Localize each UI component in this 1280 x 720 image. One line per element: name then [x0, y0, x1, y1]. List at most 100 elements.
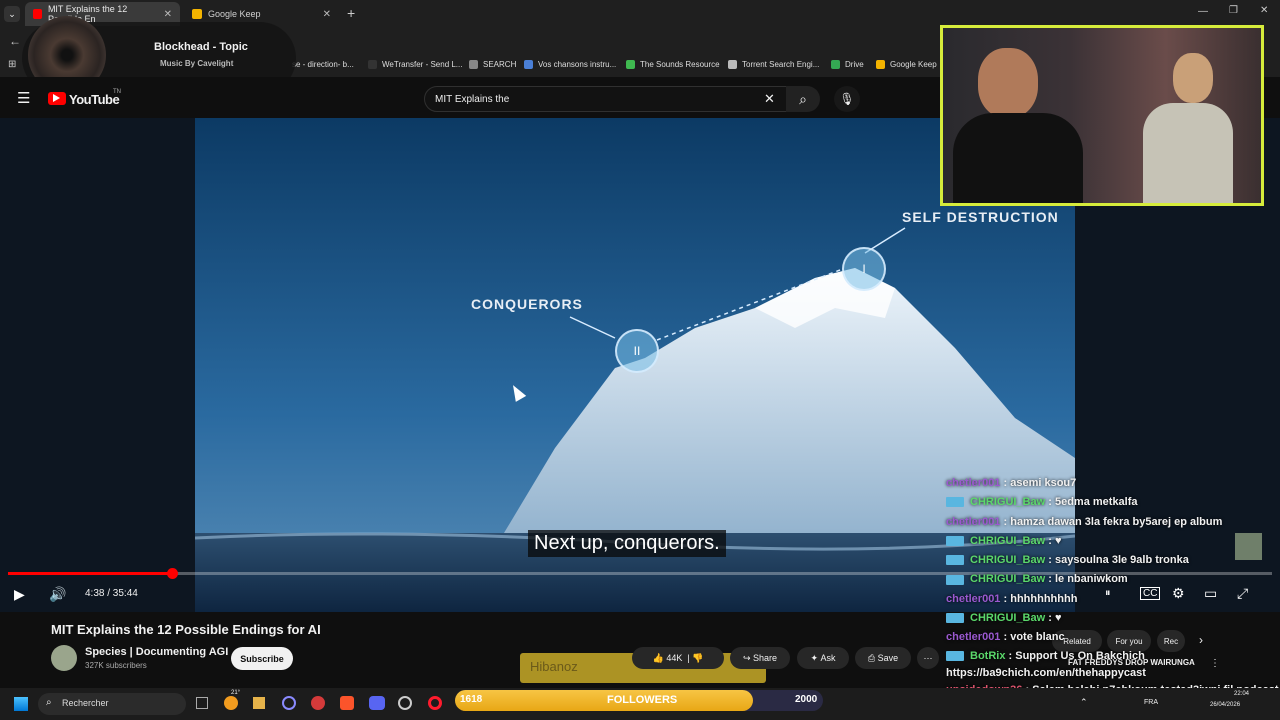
- chat-username[interactable]: CHRIGUI_Baw: [970, 496, 1045, 508]
- drive-icon: [831, 60, 840, 69]
- windows-start-icon[interactable]: [14, 697, 28, 711]
- bookmark-item[interactable]: The Sounds Resource: [626, 60, 720, 69]
- chat-separator: :: [1000, 592, 1011, 605]
- back-icon[interactable]: ←: [9, 34, 21, 48]
- webcam-overlay: [940, 25, 1264, 206]
- chat-username[interactable]: CHRIGUI_Baw: [970, 554, 1045, 566]
- chat-username[interactable]: CHRIGUI_Baw: [970, 612, 1045, 624]
- chat-message: CHRIGUI_Baw : ♥: [946, 609, 1280, 628]
- bookmark-item[interactable]: Torrent Search Engi...: [728, 60, 819, 69]
- bookmark-item[interactable]: Vos chansons instru...: [524, 60, 616, 69]
- brave-icon[interactable]: [340, 696, 354, 710]
- chat-text: saysoulna 3le 9alb tronka: [1054, 554, 1189, 567]
- chat-username[interactable]: CHRIGUI_Baw: [970, 573, 1045, 585]
- logo-country-code: TN: [113, 89, 121, 95]
- bookmark-item[interactable]: Drive: [831, 60, 864, 69]
- play-icon[interactable]: ▶: [14, 586, 25, 603]
- chat-badge-icon: [946, 535, 964, 546]
- streamer-body: [953, 113, 1083, 203]
- tab-list-button[interactable]: ⌄: [4, 6, 20, 22]
- chat-username[interactable]: BotRix: [970, 650, 1005, 662]
- like-button[interactable]: 👍 44K | 👎: [632, 647, 724, 669]
- menu-icon[interactable]: ☰: [17, 89, 30, 107]
- keep-icon: [876, 60, 885, 69]
- volume-icon[interactable]: 🔊: [49, 586, 66, 603]
- chat-badge-icon: [946, 574, 964, 585]
- search-icon: ⌕: [46, 697, 52, 708]
- tab-label: Google Keep: [208, 9, 261, 19]
- keep-favicon-icon: [192, 9, 202, 19]
- chat-separator: :: [1005, 649, 1016, 662]
- chat-username[interactable]: chetler001: [946, 477, 1000, 489]
- more-actions-icon[interactable]: ⋯: [917, 647, 939, 669]
- apps-icon[interactable]: ⊞: [8, 59, 16, 70]
- weather-temp: 21°: [231, 690, 241, 696]
- minimize-icon[interactable]: —: [1198, 6, 1208, 17]
- subscribe-button[interactable]: Subscribe: [231, 647, 293, 670]
- app-icon[interactable]: [398, 696, 412, 710]
- language-indicator[interactable]: FRA: [1144, 699, 1158, 706]
- video-subtitle: Next up, conquerors.: [528, 530, 726, 557]
- progress-scrubber[interactable]: [166, 568, 178, 579]
- channel-avatar[interactable]: [51, 645, 77, 671]
- microphone-icon[interactable]: 🎙: [834, 86, 860, 112]
- ask-button[interactable]: ✦ Ask: [797, 647, 849, 669]
- now-playing-title: Blockhead - Topic: [154, 41, 248, 53]
- chat-badge-icon: [946, 555, 964, 566]
- bookmark-item[interactable]: Google Keep: [876, 60, 937, 69]
- share-button[interactable]: ↪ Share: [730, 647, 790, 669]
- chat-text: ♥: [1054, 612, 1062, 625]
- followers-label: FOLLOWERS: [607, 694, 678, 706]
- chat-separator: :: [1000, 477, 1011, 489]
- restore-icon[interactable]: ❐: [1229, 5, 1238, 16]
- search-icon[interactable]: ⌕: [786, 86, 820, 112]
- bookmark-item[interactable]: WeTransfer - Send L...: [368, 60, 462, 69]
- close-icon[interactable]: ✕: [323, 9, 331, 20]
- app-icon[interactable]: [282, 696, 296, 710]
- followers-goal-bar: 1618 FOLLOWERS 2000: [455, 690, 823, 711]
- opera-icon[interactable]: [428, 696, 442, 710]
- channel-name[interactable]: Species | Documenting AGI: [85, 646, 228, 658]
- chat-badge-icon: [946, 650, 964, 661]
- chat-username[interactable]: chetler001: [946, 516, 1000, 528]
- chat-text: hamza dawan 3la fekra by5arej ep album: [1010, 515, 1223, 528]
- chat-separator: :: [1045, 612, 1055, 625]
- thumbs-up-icon: 👍: [652, 652, 664, 663]
- youtube-logo-text[interactable]: YouTube: [69, 92, 120, 107]
- chat-text: asemi ksou7: [1010, 477, 1077, 489]
- close-icon[interactable]: ✕: [164, 9, 172, 20]
- stream-chat: chetler001 : asemi ksou7 CHRIGUI_Baw : 5e…: [946, 474, 1280, 716]
- now-playing-subtitle: Music By Cavelight: [160, 59, 234, 68]
- search-input[interactable]: MIT Explains the: [424, 86, 787, 112]
- chat-separator: :: [1045, 496, 1055, 509]
- chat-message: BotRix : Support Us On Bakchich https://…: [946, 648, 1280, 682]
- chat-message: CHRIGUI_Baw : saysoulna 3le 9alb tronka: [946, 551, 1280, 570]
- chat-username[interactable]: chetler001: [946, 631, 1000, 643]
- save-button[interactable]: ⎙ Save: [855, 647, 911, 669]
- chat-message: chetler001 : asemi ksou7: [946, 474, 1280, 493]
- thumbs-down-icon[interactable]: 👎: [692, 653, 703, 664]
- bookmark-item[interactable]: SEARCH: [469, 60, 516, 69]
- clock-time[interactable]: 22:04: [1234, 691, 1249, 697]
- clock-date[interactable]: 26/04/2026: [1210, 702, 1240, 708]
- chat-username[interactable]: CHRIGUI_Baw: [970, 535, 1045, 547]
- bookmark-item[interactable]: se - direction- b...: [292, 60, 354, 69]
- clear-search-icon[interactable]: ✕: [764, 91, 775, 107]
- chat-text: ♥: [1054, 534, 1062, 547]
- torrent-icon: [728, 60, 737, 69]
- tray-chevron-icon[interactable]: ⌃: [1080, 697, 1088, 708]
- chat-separator: :: [1045, 554, 1055, 567]
- window-close-icon[interactable]: ✕: [1260, 5, 1268, 16]
- followers-goal: 2000: [795, 694, 818, 705]
- music-bookmark-icon: [524, 60, 533, 69]
- taskbar-search-input[interactable]: Rechercher: [38, 693, 186, 715]
- task-view-icon[interactable]: [196, 697, 208, 709]
- discord-icon[interactable]: [369, 696, 385, 710]
- progress-played: [8, 572, 172, 575]
- chat-username[interactable]: chetler001: [946, 593, 1000, 605]
- followers-current: 1618: [460, 694, 483, 705]
- weather-icon[interactable]: [224, 696, 238, 710]
- app-icon[interactable]: [311, 696, 325, 710]
- file-explorer-icon[interactable]: [253, 697, 265, 709]
- new-tab-icon[interactable]: +: [347, 5, 355, 21]
